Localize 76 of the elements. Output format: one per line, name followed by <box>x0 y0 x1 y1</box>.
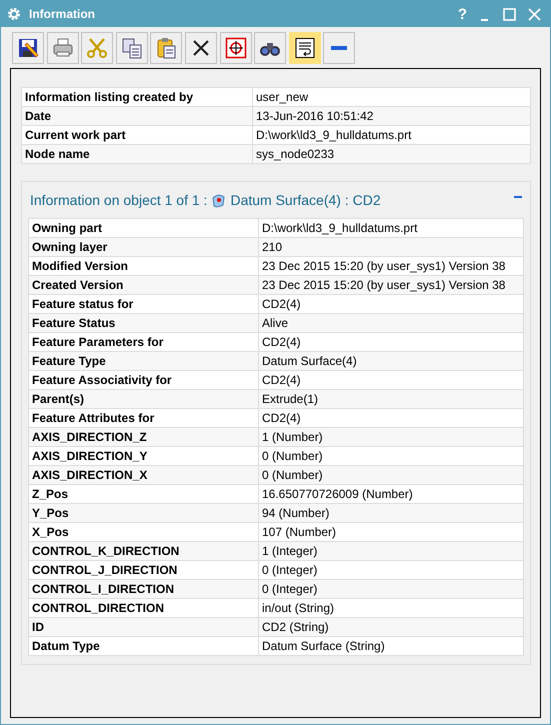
find-button[interactable] <box>254 32 286 64</box>
field-value: 1 (Integer) <box>258 542 524 560</box>
field-label: CONTROL_I_DIRECTION <box>28 580 258 598</box>
field-value: 0 (Integer) <box>258 560 524 580</box>
field-label: Y_Pos <box>28 504 258 522</box>
field-value: CD2 (String) <box>258 618 524 636</box>
field-value: 0 (Number) <box>258 466 524 484</box>
object-name: Datum Surface(4) : CD2 <box>230 192 381 208</box>
field-value: 94 (Number) <box>258 504 524 522</box>
field-value: in/out (String) <box>258 598 524 618</box>
target-button[interactable] <box>220 32 252 64</box>
field-value: Extrude(1) <box>258 390 524 408</box>
field-label: Date <box>22 106 252 126</box>
field-label: AXIS_DIRECTION_Y <box>28 446 258 466</box>
field-value: CD2(4) <box>258 370 524 390</box>
maximize-button[interactable] <box>502 6 517 22</box>
field-label: Feature Status <box>28 314 258 332</box>
field-value: Datum Surface (String) <box>258 636 524 656</box>
copy-icon <box>120 36 144 60</box>
minus-icon <box>331 46 348 50</box>
field-label: Owning part <box>28 218 258 238</box>
copy-button[interactable] <box>116 32 148 64</box>
field-value: 1 (Number) <box>258 428 524 446</box>
field-label: Feature Attributes for <box>28 408 258 428</box>
field-label: AXIS_DIRECTION_Z <box>28 428 258 446</box>
field-label: CONTROL_K_DIRECTION <box>28 542 258 560</box>
field-value: CD2(4) <box>258 408 524 428</box>
paste-button[interactable] <box>150 32 182 64</box>
wrap-button[interactable] <box>288 32 321 64</box>
field-label: Created Version <box>28 276 258 294</box>
field-value: 0 (Number) <box>258 446 524 466</box>
save-button[interactable] <box>12 32 44 64</box>
field-value: 107 (Number) <box>258 522 524 542</box>
field-value: CD2(4) <box>258 294 524 314</box>
field-label: Feature Type <box>28 352 258 370</box>
field-label: Node name <box>22 144 252 164</box>
field-label: Modified Version <box>28 256 258 276</box>
collapse-button[interactable] <box>323 32 356 64</box>
field-label: Feature status for <box>28 294 258 314</box>
field-label: AXIS_DIRECTION_X <box>28 466 258 484</box>
field-label: Owning layer <box>28 238 258 256</box>
settings-icon <box>7 7 21 21</box>
field-label: Feature Parameters for <box>28 332 258 352</box>
help-button[interactable]: ? <box>458 6 467 22</box>
field-label: ID <box>28 618 258 636</box>
field-value: Alive <box>258 314 524 332</box>
scissors-icon <box>85 36 110 60</box>
field-label: Datum Type <box>28 636 258 656</box>
field-label: Z_Pos <box>28 484 258 504</box>
window-title: Information <box>29 7 96 21</box>
field-label: CONTROL_DIRECTION <box>28 598 258 618</box>
field-value: 210 <box>258 238 524 256</box>
field-label: Information listing created by <box>22 88 252 106</box>
field-label: Current work part <box>22 126 252 144</box>
field-value: 23 Dec 2015 15:20 (by user_sys1) Version 38 <box>258 256 524 276</box>
print-button[interactable] <box>46 32 79 64</box>
close-button[interactable] <box>527 6 542 22</box>
delete-button[interactable] <box>184 32 217 64</box>
field-value: 13-Jun-2016 10:51:42 <box>252 106 530 126</box>
field-label: CONTROL_J_DIRECTION <box>28 560 258 580</box>
field-value: user_new <box>252 88 530 106</box>
text-wrap-icon <box>292 36 317 60</box>
field-value: 0 (Integer) <box>258 580 524 598</box>
field-label: Parent(s) <box>28 390 258 408</box>
field-value: D:\work\ld3_9_hulldatums.prt <box>258 218 524 238</box>
section-title: Information on object 1 of 1 : <box>30 192 208 208</box>
field-label: Feature Associativity for <box>28 370 258 390</box>
field-value: CD2(4) <box>258 332 524 352</box>
datum-surface-icon <box>211 192 226 208</box>
field-value: 23 Dec 2015 15:20 (by user_sys1) Version 38 <box>258 276 524 294</box>
field-value: D:\work\ld3_9_hulldatums.prt <box>252 126 530 144</box>
field-value: sys_node0233 <box>252 144 530 164</box>
field-value: Datum Surface(4) <box>258 352 524 370</box>
crosshair-icon <box>224 36 248 60</box>
field-label: X_Pos <box>28 522 258 542</box>
field-value: 16.650770726009 (Number) <box>258 484 524 504</box>
